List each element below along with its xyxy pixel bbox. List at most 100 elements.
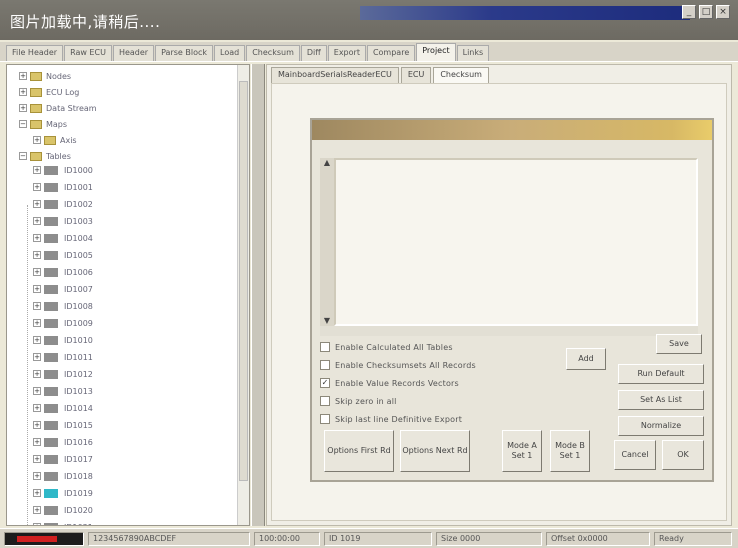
tree-table-item[interactable]: + ID1021 bbox=[33, 520, 93, 525]
tree-table-item[interactable]: + ID1010 bbox=[33, 333, 93, 347]
subtab-0[interactable]: MainboardSerialsReaderECU bbox=[271, 67, 399, 83]
dialog-title-bar[interactable] bbox=[312, 120, 712, 140]
tree-table-item[interactable]: + ID1003 bbox=[33, 214, 93, 228]
collapse-icon[interactable]: − bbox=[19, 120, 27, 128]
tab-header[interactable]: Header bbox=[112, 45, 155, 61]
expand-icon[interactable]: + bbox=[33, 506, 41, 514]
dialog-option[interactable]: ✓ Enable Value Records Vectors bbox=[320, 376, 459, 390]
project-tree[interactable]: + Nodes + ECU Log + Data Stream − Maps + Axis − Tab… bbox=[6, 64, 250, 526]
close-icon[interactable]: × bbox=[716, 5, 730, 19]
expand-icon[interactable]: + bbox=[33, 166, 41, 174]
option-checkbox[interactable] bbox=[320, 342, 330, 352]
tab-raw-ecu[interactable]: Raw ECU bbox=[64, 45, 112, 61]
tree-table-item[interactable]: + ID1007 bbox=[33, 282, 93, 296]
tree-table-item[interactable]: + ID1001 bbox=[33, 180, 93, 194]
tree-table-item[interactable]: + ID1015 bbox=[33, 418, 93, 432]
expand-icon[interactable]: + bbox=[33, 200, 41, 208]
dialog-text-area[interactable] bbox=[334, 158, 698, 326]
tab-export[interactable]: Export bbox=[327, 45, 366, 61]
set-as-list-button[interactable]: Set As List bbox=[618, 390, 704, 410]
normalize-button[interactable]: Normalize bbox=[618, 416, 704, 436]
expand-icon[interactable]: + bbox=[33, 421, 41, 429]
tab-load[interactable]: Load bbox=[214, 45, 246, 61]
add-button[interactable]: Add bbox=[566, 348, 606, 370]
tree-table-item[interactable]: + ID1012 bbox=[33, 367, 93, 381]
expand-icon[interactable]: + bbox=[33, 336, 41, 344]
expand-icon[interactable]: + bbox=[33, 404, 41, 412]
tree-node[interactable]: + Axis bbox=[33, 133, 77, 147]
expand-icon[interactable]: + bbox=[19, 72, 27, 80]
maximize-icon[interactable]: □ bbox=[699, 5, 713, 19]
tree-node[interactable]: − Maps bbox=[19, 117, 67, 131]
tree-table-item[interactable]: + ID1014 bbox=[33, 401, 93, 415]
options-first-button[interactable]: Options First Rd bbox=[324, 430, 394, 472]
tree-table-item[interactable]: + ID1013 bbox=[33, 384, 93, 398]
expand-icon[interactable]: + bbox=[33, 183, 41, 191]
expand-icon[interactable]: + bbox=[33, 472, 41, 480]
tab-diff[interactable]: Diff bbox=[300, 45, 327, 61]
ok-button[interactable]: OK bbox=[662, 440, 704, 470]
subtab-2[interactable]: Checksum bbox=[433, 67, 489, 83]
option-checkbox[interactable]: ✓ bbox=[320, 378, 330, 388]
collapse-icon[interactable]: − bbox=[19, 152, 27, 160]
expand-icon[interactable]: + bbox=[33, 438, 41, 446]
subtab-1[interactable]: ECU bbox=[400, 67, 432, 83]
expand-icon[interactable]: + bbox=[33, 353, 41, 361]
dialog-vertical-scrollbar[interactable]: ▲ ▼ bbox=[320, 158, 334, 326]
options-next-button[interactable]: Options Next Rd bbox=[400, 430, 470, 472]
dialog-option[interactable]: Skip last line Definitive Export bbox=[320, 412, 462, 426]
expand-icon[interactable]: + bbox=[19, 88, 27, 96]
expand-icon[interactable]: + bbox=[33, 285, 41, 293]
tree-table-item[interactable]: + ID1004 bbox=[33, 231, 93, 245]
option-checkbox[interactable] bbox=[320, 360, 330, 370]
pane-splitter[interactable] bbox=[251, 64, 265, 526]
expand-icon[interactable]: + bbox=[33, 387, 41, 395]
expand-icon[interactable]: + bbox=[33, 136, 41, 144]
scroll-down-icon[interactable]: ▼ bbox=[321, 316, 333, 326]
tree-table-item[interactable]: + ID1019 bbox=[33, 486, 93, 500]
scroll-up-icon[interactable]: ▲ bbox=[321, 158, 333, 168]
tree-table-item[interactable]: + ID1002 bbox=[33, 197, 93, 211]
tree-table-item[interactable]: + ID1016 bbox=[33, 435, 93, 449]
tree-scrollbar[interactable] bbox=[237, 65, 249, 525]
tree-node[interactable]: − Tables bbox=[19, 149, 71, 163]
tree-table-item[interactable]: + ID1020 bbox=[33, 503, 93, 517]
expand-icon[interactable]: + bbox=[33, 268, 41, 276]
mode-a-button[interactable]: Mode A Set 1 bbox=[502, 430, 542, 472]
dialog-option[interactable]: Enable Checksumsets All Records bbox=[320, 358, 476, 372]
expand-icon[interactable]: + bbox=[33, 302, 41, 310]
tab-parse-block[interactable]: Parse Block bbox=[155, 45, 214, 61]
mode-b-button[interactable]: Mode B Set 1 bbox=[550, 430, 590, 472]
minimize-icon[interactable]: _ bbox=[682, 5, 696, 19]
tab-links[interactable]: Links bbox=[456, 45, 490, 61]
expand-icon[interactable]: + bbox=[33, 523, 41, 525]
expand-icon[interactable]: + bbox=[33, 370, 41, 378]
tree-table-item[interactable]: + ID1005 bbox=[33, 248, 93, 262]
tree-node[interactable]: + Data Stream bbox=[19, 101, 97, 115]
option-checkbox[interactable] bbox=[320, 396, 330, 406]
tree-table-item[interactable]: + ID1018 bbox=[33, 469, 93, 483]
tab-file-header[interactable]: File Header bbox=[6, 45, 64, 61]
run-default-button[interactable]: Run Default bbox=[618, 364, 704, 384]
dialog-option[interactable]: Skip zero in all bbox=[320, 394, 397, 408]
tree-table-item[interactable]: + ID1000 bbox=[33, 163, 93, 177]
option-checkbox[interactable] bbox=[320, 414, 330, 424]
tree-node[interactable]: + Nodes bbox=[19, 69, 71, 83]
tree-table-item[interactable]: + ID1017 bbox=[33, 452, 93, 466]
dialog-horizontal-scrollbar[interactable] bbox=[320, 326, 698, 336]
tab-checksum[interactable]: Checksum bbox=[246, 45, 300, 61]
tree-scroll-thumb[interactable] bbox=[239, 81, 248, 481]
cancel-button[interactable]: Cancel bbox=[614, 440, 656, 470]
tree-table-item[interactable]: + ID1011 bbox=[33, 350, 93, 364]
expand-icon[interactable]: + bbox=[33, 251, 41, 259]
tree-table-item[interactable]: + ID1006 bbox=[33, 265, 93, 279]
tab-project[interactable]: Project bbox=[416, 43, 456, 61]
expand-icon[interactable]: + bbox=[33, 455, 41, 463]
expand-icon[interactable]: + bbox=[19, 104, 27, 112]
expand-icon[interactable]: + bbox=[33, 489, 41, 497]
tree-table-item[interactable]: + ID1009 bbox=[33, 316, 93, 330]
save-button[interactable]: Save bbox=[656, 334, 702, 354]
expand-icon[interactable]: + bbox=[33, 217, 41, 225]
expand-icon[interactable]: + bbox=[33, 234, 41, 242]
tree-node[interactable]: + ECU Log bbox=[19, 85, 79, 99]
